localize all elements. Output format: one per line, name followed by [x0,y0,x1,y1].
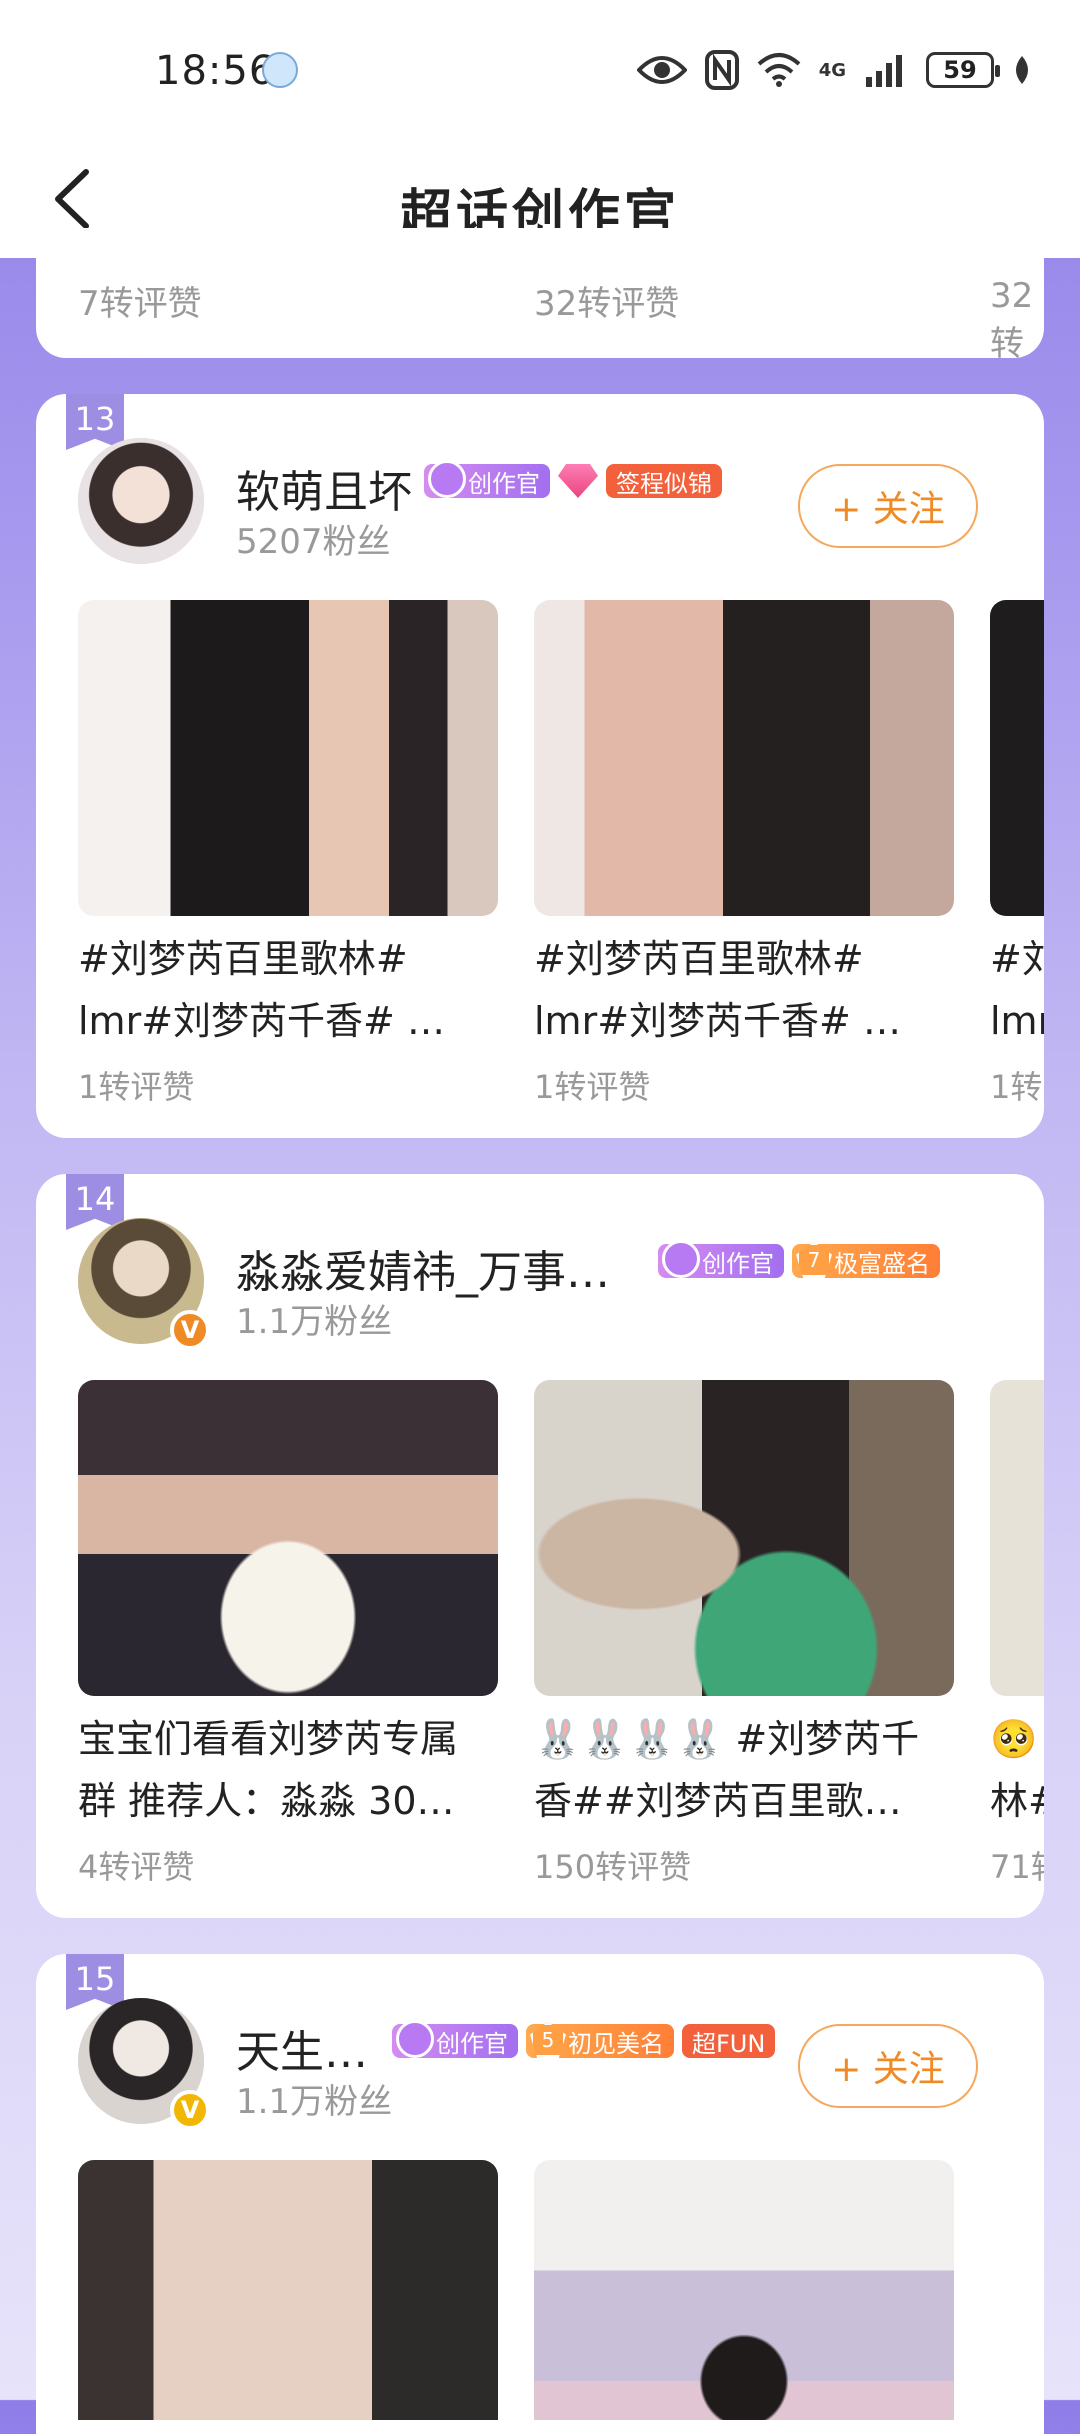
rank-badge: 14 [66,1174,124,1230]
post-item[interactable]: #刘梦芮百里歌林# lmr#刘梦芮千香# … 1转评赞 [78,600,498,1108]
post-text-line: 宝宝们看看刘梦芮专属 [78,1717,459,1761]
verified-badge: V [170,2090,210,2130]
network-type: 4G [818,59,846,81]
signal-icon [866,55,902,87]
creator-badge-label: 创作官 [436,2029,508,2058]
creator-card[interactable]: 14 V 淼淼爱婧祎_万事… 1.1万粉丝 创作官 7 极富盛名 宝宝们看看刘梦芮… [36,1174,1044,1918]
post-image[interactable] [534,600,954,916]
leaf-icon [1016,56,1028,84]
level-badge: 7 极富盛名 [792,1242,940,1278]
creator-badge-label: 创作官 [468,469,540,498]
post-stat: 1转评赞 [534,1068,651,1106]
user-name[interactable]: 天生… [236,2016,368,2080]
status-time: 18:56 [155,48,276,94]
eye-icon [636,56,687,84]
post-stat: 71转 [990,1848,1044,1886]
post-text-line: #刘梦芮百里歌林# [534,937,864,981]
creator-card[interactable]: 15 V 天生… 1.1万粉丝 创作官 5 初见美名 超FUN + 关注 [36,1954,1044,2434]
post-text-line: lmr [990,999,1044,1043]
post-text-line: lmr#刘梦芮千香# … [534,999,901,1043]
creator-icon [662,1240,700,1278]
nfc-icon [704,50,739,90]
verified-badge: V [170,1310,210,1350]
post-text-line: #刘梦芮百里歌林# [78,937,408,981]
level-badge: 5 初见美名 [526,2022,674,2058]
level-number: 7 [796,1242,832,1278]
avatar[interactable]: V [78,1218,210,1350]
creator-badge-label: 创作官 [702,1249,774,1278]
status-emoji-icon [262,52,298,88]
badges: 创作官 签程似锦 [424,460,722,498]
follow-button[interactable]: + 关注 [798,2024,978,2108]
wifi-icon [757,53,801,87]
post-image[interactable] [990,600,1044,916]
fans-count: 1.1万粉丝 [236,2082,393,2122]
post-list: #刘梦芮百里歌林# lmr#刘梦芮千香# … 1转评赞 #刘梦芮百里歌林# lmr#… [78,600,1044,1120]
post-item[interactable]: #刘梦芮百里歌林# lmr#刘梦芮千香# … 1转评赞 [534,600,954,1108]
post-text-line: #刘 [990,937,1044,981]
post-text-line: lmr#刘梦芮千香# … [78,999,445,1043]
status-bar: 18:56 4G 59 [0,0,1080,140]
gem-icon [558,464,598,498]
post-text-line: 林# [990,1779,1044,1823]
post-image[interactable] [534,2160,954,2420]
post-item[interactable]: 🥺 林# 71转 [990,1380,1044,1888]
post-stat: 32转 [990,276,1034,358]
battery-icon: 59 [926,52,1000,88]
creator-card[interactable]: 13 软萌且坏 5207粉丝 创作官 签程似锦 + 关注 #刘梦芮百里歌林# lm… [36,394,1044,1138]
fans-count: 5207粉丝 [236,522,391,562]
post-text-line: 香##刘梦芮百里歌… [534,1779,902,1823]
post-stat: 1转评赞 [78,1068,195,1106]
creator-icon [428,460,466,498]
creator-badge: 创作官 [392,2020,518,2058]
post-item[interactable] [78,2160,498,2420]
post-stat: 150转评赞 [534,1848,692,1886]
creator-badge: 创作官 [424,460,550,498]
badges: 创作官 7 极富盛名 [658,1240,940,1278]
post-image[interactable] [534,1380,954,1696]
status-icons: 4G 59 [636,46,1032,94]
post-image[interactable] [990,1380,1044,1696]
previous-card: 7转评赞 32转评赞 32转 [36,228,1044,358]
post-stat: 1转 [990,1068,1043,1106]
avatar[interactable]: V [78,1998,210,2130]
battery-level: 59 [943,56,977,84]
post-stat: 32转评赞 [534,284,680,324]
post-image[interactable] [78,2160,498,2420]
rank-badge: 13 [66,394,124,450]
post-stat: 7转评赞 [78,284,202,324]
post-image[interactable] [78,600,498,916]
post-item[interactable]: 宝宝们看看刘梦芮专属群 推荐人：淼淼 30… 4转评赞 [78,1380,498,1888]
user-name[interactable]: 淼淼爱婧祎_万事… [236,1236,610,1300]
follow-button[interactable]: + 关注 [798,464,978,548]
post-text-line: 🥺 [990,1717,1038,1761]
fans-count: 1.1万粉丝 [236,1302,393,1342]
post-text-line: 群 推荐人：淼淼 30… [78,1779,455,1823]
fun-badge: 超FUN [682,2024,776,2058]
creator-icon [396,2020,434,2058]
level-badge: 签程似锦 [606,464,722,498]
post-item[interactable]: 🐰🐰🐰🐰 #刘梦芮千 香##刘梦芮百里歌… 150转评赞 [534,1380,954,1888]
level-badge-label: 初见美名 [568,2029,664,2058]
post-list [78,2160,1044,2420]
post-stat: 4转评赞 [78,1848,195,1886]
creator-badge: 创作官 [658,1240,784,1278]
level-number: 5 [530,2022,566,2058]
post-item[interactable]: #刘 lmr 1转 [990,600,1044,1108]
post-image[interactable] [78,1380,498,1696]
rank-badge: 15 [66,1954,124,2010]
post-text-line: 🐰🐰🐰🐰 #刘梦芮千 [534,1717,920,1761]
badges: 创作官 5 初见美名 超FUN [392,2020,776,2058]
avatar[interactable] [78,438,204,564]
user-name[interactable]: 软萌且坏 [236,456,412,520]
level-badge-label: 极富盛名 [834,1249,930,1278]
post-list: 宝宝们看看刘梦芮专属群 推荐人：淼淼 30… 4转评赞 🐰🐰🐰🐰 #刘梦芮千 香#… [78,1380,1044,1900]
post-item[interactable] [534,2160,954,2420]
